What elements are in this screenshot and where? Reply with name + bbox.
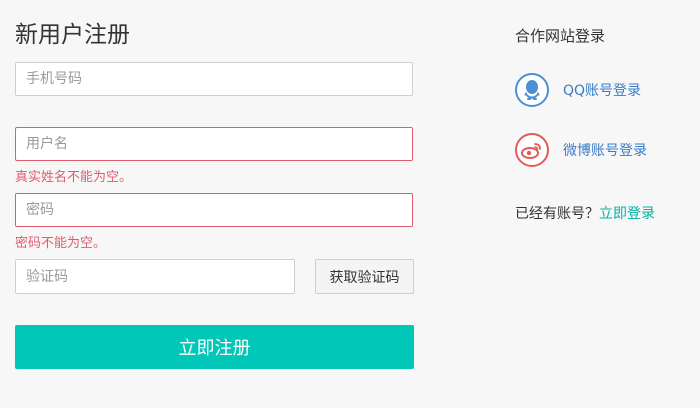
code-field-wrapper (15, 259, 295, 294)
get-code-button[interactable]: 获取验证码 (315, 259, 414, 294)
qq-icon (515, 73, 549, 107)
partner-login-title: 合作网站登录 (515, 27, 606, 45)
username-field-wrapper (15, 127, 413, 161)
have-account-text: 已经有账号？ (515, 206, 599, 222)
have-account-line: 已经有账号？立即登录 (515, 203, 655, 223)
phone-input[interactable] (16, 63, 412, 95)
register-button[interactable]: 立即注册 (15, 325, 414, 369)
qq-login-option[interactable]: QQ账号登录 (515, 73, 641, 107)
qq-login-label: QQ账号登录 (563, 83, 642, 99)
phone-field-wrapper (15, 62, 413, 96)
password-input[interactable] (16, 194, 412, 226)
password-field-wrapper (15, 193, 413, 227)
weibo-login-option[interactable]: 微博账号登录 (515, 133, 647, 167)
username-input[interactable] (16, 128, 412, 160)
username-error: 真实姓名不能为空。 (15, 170, 133, 185)
login-link[interactable]: 立即登录 (599, 206, 655, 222)
weibo-icon (515, 133, 549, 167)
password-error: 密码不能为空。 (15, 236, 107, 251)
register-page: 新用户注册 真实姓名不能为空。 密码不能为空。 获取验证码 立即注册 合作网站登… (0, 0, 700, 408)
page-title: 新用户注册 (15, 22, 130, 48)
weibo-login-label: 微博账号登录 (563, 143, 647, 159)
verification-code-input[interactable] (16, 260, 294, 293)
